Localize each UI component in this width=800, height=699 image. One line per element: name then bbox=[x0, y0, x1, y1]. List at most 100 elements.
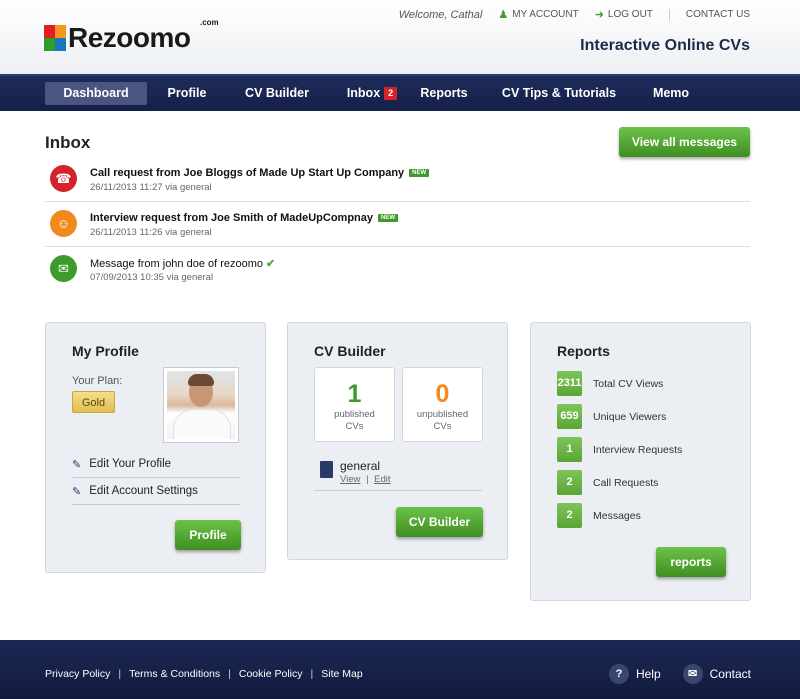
new-badge: NEW bbox=[409, 169, 430, 177]
message-meta: 26/11/2013 11:27 via general bbox=[90, 182, 212, 193]
nav-memo[interactable]: Memo bbox=[646, 82, 696, 105]
new-badge: NEW bbox=[378, 214, 398, 222]
message-meta: 26/11/2013 11:26 via general bbox=[90, 227, 212, 238]
logout-link[interactable]: ➜ LOG OUT bbox=[595, 8, 653, 21]
tagline: Interactive Online CVs bbox=[580, 37, 750, 54]
published-label-cvs: CVs bbox=[345, 421, 364, 432]
view-all-messages-button[interactable]: View all messages bbox=[619, 127, 750, 157]
site-map-link[interactable]: Site Map bbox=[321, 668, 362, 680]
my-account-link[interactable]: ♟ MY ACCOUNT bbox=[498, 8, 578, 21]
cookie-policy-link[interactable]: Cookie Policy bbox=[239, 668, 303, 680]
report-row[interactable]: 1 Interview Requests bbox=[557, 437, 682, 462]
cv-name[interactable]: general bbox=[340, 459, 380, 473]
edit-profile-link[interactable]: ✎ Edit Your Profile bbox=[72, 451, 240, 478]
cv-edit-link[interactable]: Edit bbox=[374, 474, 390, 485]
inbox-message[interactable]: ✉ Message from john doe of rezoomo ✔ 07/0… bbox=[45, 247, 750, 292]
report-value: 2 bbox=[557, 503, 582, 528]
nav-dashboard[interactable]: Dashboard bbox=[45, 82, 147, 105]
report-label: Messages bbox=[593, 509, 641, 522]
nav-inbox[interactable]: Inbox 2 bbox=[340, 82, 404, 105]
reports-panel: Reports 2311 Total CV Views 659 Unique V… bbox=[530, 322, 751, 601]
help-label: Help bbox=[635, 667, 661, 681]
report-value: 2311 bbox=[557, 371, 582, 396]
report-label: Interview Requests bbox=[593, 443, 683, 456]
report-row[interactable]: 659 Unique Viewers bbox=[557, 404, 666, 429]
unpublished-label-cvs: CVs bbox=[433, 421, 452, 432]
cv-actions-separator: | bbox=[366, 474, 369, 485]
cv-builder-button[interactable]: CV Builder bbox=[396, 507, 483, 537]
message-meta: 07/09/2013 10:35 via general bbox=[90, 272, 214, 283]
read-check-icon: ✔ bbox=[266, 258, 276, 270]
panel-title: My Profile bbox=[72, 343, 139, 359]
phone-icon: ☎ bbox=[50, 165, 77, 192]
envelope-icon: ✉ bbox=[682, 664, 703, 684]
inbox-message[interactable]: ☎ Call request from Joe Bloggs of Made U… bbox=[45, 157, 750, 202]
logo-suffix: .com bbox=[200, 18, 219, 27]
edit-account-label: Edit Account Settings bbox=[89, 485, 198, 497]
document-icon bbox=[320, 461, 333, 478]
contact-link[interactable]: ✉ Contact bbox=[682, 664, 751, 684]
footer: Privacy Policy | Terms & Conditions | Co… bbox=[0, 640, 800, 699]
unpublished-cvs-box[interactable]: 0 unpublished CVs bbox=[402, 367, 483, 442]
profile-button[interactable]: Profile bbox=[175, 520, 241, 550]
unpublished-count: 0 bbox=[435, 380, 450, 408]
report-label: Unique Viewers bbox=[593, 410, 667, 423]
report-row[interactable]: 2311 Total CV Views bbox=[557, 371, 663, 396]
published-cvs-box[interactable]: 1 published CVs bbox=[314, 367, 395, 442]
logout-icon: ➜ bbox=[594, 9, 604, 21]
divider bbox=[668, 8, 670, 21]
edit-profile-label: Edit Your Profile bbox=[89, 458, 172, 470]
published-count: 1 bbox=[347, 380, 362, 408]
edit-account-settings-link[interactable]: ✎ Edit Account Settings bbox=[72, 478, 240, 505]
inbox-title: Inbox bbox=[45, 133, 91, 152]
footer-links: Privacy Policy | Terms & Conditions | Co… bbox=[45, 668, 363, 680]
plan-badge: Gold bbox=[72, 391, 115, 413]
inbox-message[interactable]: ☺ Interview request from Joe Smith of Ma… bbox=[45, 202, 750, 247]
panel-title: CV Builder bbox=[314, 343, 386, 359]
help-link[interactable]: ? Help bbox=[608, 664, 661, 684]
logout-label: LOG OUT bbox=[607, 9, 653, 20]
pencil-icon: ✎ bbox=[72, 458, 82, 471]
footer-separator: | bbox=[310, 668, 314, 680]
top-links: Welcome, Cathal ♟ MY ACCOUNT ➜ LOG OUT C… bbox=[399, 8, 750, 21]
footer-actions: ? Help ✉ Contact bbox=[608, 664, 751, 684]
message-subject: Message from john doe of rezoomo ✔ bbox=[90, 258, 276, 270]
report-value: 2 bbox=[557, 470, 582, 495]
inbox-count-badge: 2 bbox=[384, 87, 398, 100]
nav-inbox-label: Inbox bbox=[346, 86, 381, 100]
report-row[interactable]: 2 Call Requests bbox=[557, 470, 658, 495]
report-value: 659 bbox=[557, 404, 582, 429]
help-icon: ? bbox=[608, 664, 629, 684]
cv-builder-panel: CV Builder 1 published CVs 0 unpublished… bbox=[287, 322, 508, 560]
header: Rezoomo .com Welcome, Cathal ♟ MY ACCOUN… bbox=[0, 0, 800, 74]
envelope-icon: ✉ bbox=[50, 255, 77, 282]
message-subject: Interview request from Joe Smith of Made… bbox=[90, 212, 398, 224]
contact-label: Contact bbox=[709, 667, 751, 681]
nav-cv-tips[interactable]: CV Tips & Tutorials bbox=[500, 82, 618, 105]
terms-link[interactable]: Terms & Conditions bbox=[129, 668, 220, 680]
welcome-text: Welcome, Cathal bbox=[398, 8, 483, 21]
logo-text: Rezoomo bbox=[68, 22, 191, 53]
divider bbox=[314, 490, 482, 491]
nav-profile[interactable]: Profile bbox=[160, 82, 214, 105]
report-value: 1 bbox=[557, 437, 582, 462]
cv-view-link[interactable]: View bbox=[340, 474, 360, 485]
logo-mark-icon bbox=[44, 25, 66, 51]
privacy-policy-link[interactable]: Privacy Policy bbox=[45, 668, 110, 680]
user-icon: ♟ bbox=[498, 9, 509, 21]
profile-photo[interactable] bbox=[163, 367, 239, 443]
nav-cv-builder[interactable]: CV Builder bbox=[238, 82, 316, 105]
reports-button[interactable]: reports bbox=[656, 547, 726, 577]
footer-separator: | bbox=[228, 668, 231, 680]
report-row[interactable]: 2 Messages bbox=[557, 503, 641, 528]
unpublished-label: unpublished bbox=[416, 409, 469, 420]
contact-us-link[interactable]: CONTACT US bbox=[686, 9, 750, 20]
my-account-label: MY ACCOUNT bbox=[512, 9, 579, 20]
nav-reports[interactable]: Reports bbox=[416, 82, 472, 105]
report-label: Call Requests bbox=[593, 476, 659, 489]
plan-label: Your Plan: bbox=[72, 375, 123, 387]
logo[interactable]: Rezoomo .com bbox=[44, 18, 219, 53]
main-nav: Dashboard Profile CV Builder Inbox 2 Repo… bbox=[0, 74, 800, 111]
footer-separator: | bbox=[118, 668, 122, 680]
message-subject: Call request from Joe Bloggs of Made Up … bbox=[90, 167, 430, 179]
